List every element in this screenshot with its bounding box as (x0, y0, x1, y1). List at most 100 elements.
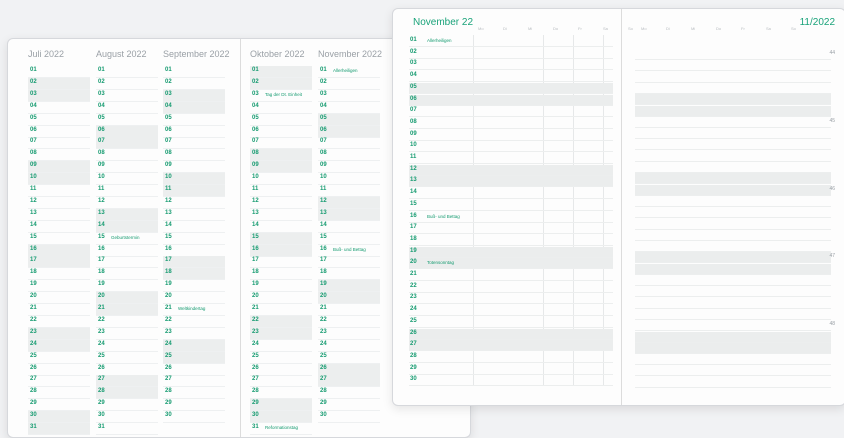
day-row[interactable]: 20 Totensonntag (409, 258, 613, 270)
day-row[interactable]: 28 (250, 387, 312, 400)
day-row[interactable]: 02 (250, 77, 312, 90)
day-row[interactable]: 25 (28, 352, 90, 364)
day-row[interactable]: 26 (163, 364, 225, 376)
day-row[interactable]: 24 (28, 339, 90, 352)
day-row[interactable]: 30 (318, 411, 380, 424)
day-row[interactable]: 29 (163, 399, 225, 412)
day-row[interactable]: 05 (163, 114, 225, 126)
note-row[interactable] (635, 207, 831, 219)
day-row[interactable]: 27 (96, 375, 158, 388)
day-row[interactable]: 09 (250, 161, 312, 174)
day-row[interactable]: 07 (28, 137, 90, 150)
day-row[interactable]: 09 (28, 161, 90, 174)
day-row[interactable]: 14 (409, 188, 613, 200)
day-row[interactable]: 08 (409, 118, 613, 129)
day-row[interactable]: 28 (28, 387, 90, 400)
day-row[interactable]: 03 (409, 59, 613, 71)
day-row[interactable]: 21 (96, 304, 158, 316)
day-row[interactable]: 12 (28, 197, 90, 209)
day-row[interactable]: 14 (318, 221, 380, 233)
day-row[interactable]: 04 (250, 102, 312, 114)
note-row[interactable] (635, 105, 831, 117)
note-row[interactable]: 46 (635, 184, 835, 196)
day-row[interactable]: 24 (96, 340, 158, 352)
day-row[interactable]: 25 (409, 317, 613, 328)
day-row[interactable]: 21 (409, 270, 613, 281)
day-row[interactable]: 02 (163, 78, 225, 90)
day-row[interactable]: 06 (163, 126, 225, 138)
day-row[interactable]: 27 (409, 340, 613, 352)
day-row[interactable]: 03 (28, 89, 90, 102)
note-row[interactable] (635, 365, 831, 377)
day-row[interactable]: 06 (28, 126, 90, 138)
note-row[interactable] (635, 83, 831, 94)
day-row[interactable]: 28 (318, 387, 380, 400)
day-row[interactable]: 26 (409, 328, 613, 340)
day-row[interactable]: 27 (318, 375, 380, 388)
day-row[interactable]: 18 (163, 268, 225, 281)
day-row[interactable]: 13 (318, 208, 380, 221)
day-row[interactable]: 04 (409, 71, 613, 83)
day-row[interactable]: 13 (96, 208, 158, 221)
day-row[interactable]: 30 (28, 411, 90, 424)
note-row[interactable] (635, 162, 831, 173)
day-row[interactable]: 12 (409, 164, 613, 176)
day-row[interactable]: 17 (96, 256, 158, 269)
day-row[interactable]: 04 (318, 102, 380, 114)
day-row[interactable]: 01 Allerheiligen (409, 36, 613, 47)
note-row[interactable] (635, 309, 831, 320)
day-row[interactable]: 18 (318, 268, 380, 281)
note-row[interactable] (635, 94, 831, 106)
day-row[interactable]: 03 (163, 89, 225, 102)
day-row[interactable]: 25 (96, 352, 158, 364)
day-row[interactable]: 30 (250, 411, 312, 424)
note-row[interactable] (635, 72, 831, 83)
day-row[interactable]: 10 (28, 173, 90, 186)
day-row[interactable]: 09 (163, 161, 225, 174)
day-row[interactable]: 19 (96, 280, 158, 293)
day-row[interactable]: 30 (163, 411, 225, 424)
note-row[interactable] (635, 263, 831, 275)
note-row[interactable] (635, 354, 831, 366)
day-row[interactable]: 14 (28, 221, 90, 233)
day-row[interactable]: 15 (318, 233, 380, 245)
day-row[interactable]: 05 (96, 114, 158, 126)
day-row[interactable]: 29 (96, 399, 158, 412)
note-row[interactable] (635, 196, 831, 207)
day-row[interactable]: 10 (163, 173, 225, 186)
day-row[interactable]: 24 (318, 340, 380, 352)
day-row[interactable]: 15 (409, 200, 613, 211)
day-row[interactable]: 17 (409, 223, 613, 235)
day-row[interactable]: 26 (28, 364, 90, 376)
note-row[interactable] (635, 377, 831, 388)
day-row[interactable]: 17 (28, 256, 90, 269)
day-row[interactable]: 08 (318, 149, 380, 162)
day-row[interactable]: 26 (96, 364, 158, 376)
day-row[interactable]: 08 (28, 149, 90, 162)
day-row[interactable]: 13 (163, 209, 225, 221)
day-row[interactable]: 13 (409, 176, 613, 188)
day-row[interactable]: 10 (409, 141, 613, 153)
day-row[interactable]: 11 (28, 185, 90, 197)
day-row[interactable]: 23 (163, 328, 225, 340)
day-row[interactable]: 15 Geburtstermin (96, 233, 158, 245)
day-row[interactable]: 07 (409, 106, 613, 118)
note-row[interactable]: 47 (635, 252, 835, 264)
day-row[interactable]: 16 (250, 244, 312, 257)
day-row[interactable]: 15 (163, 233, 225, 245)
day-row[interactable]: 19 (163, 280, 225, 293)
day-row[interactable]: 10 (96, 173, 158, 186)
day-row[interactable]: 18 (250, 268, 312, 281)
day-row[interactable]: 22 (96, 316, 158, 328)
day-row[interactable]: 08 (250, 149, 312, 162)
day-row[interactable]: 30 (96, 411, 158, 424)
day-row[interactable]: 29 (28, 399, 90, 412)
day-row[interactable]: 28 (96, 387, 158, 400)
day-row[interactable]: 05 (28, 114, 90, 126)
day-row[interactable]: 07 (163, 137, 225, 150)
day-row[interactable]: 04 (163, 101, 225, 114)
day-row[interactable]: 13 (250, 209, 312, 221)
day-row[interactable]: 11 (96, 185, 158, 197)
day-row[interactable]: 11 (409, 153, 613, 164)
day-row[interactable]: 16 (28, 244, 90, 257)
